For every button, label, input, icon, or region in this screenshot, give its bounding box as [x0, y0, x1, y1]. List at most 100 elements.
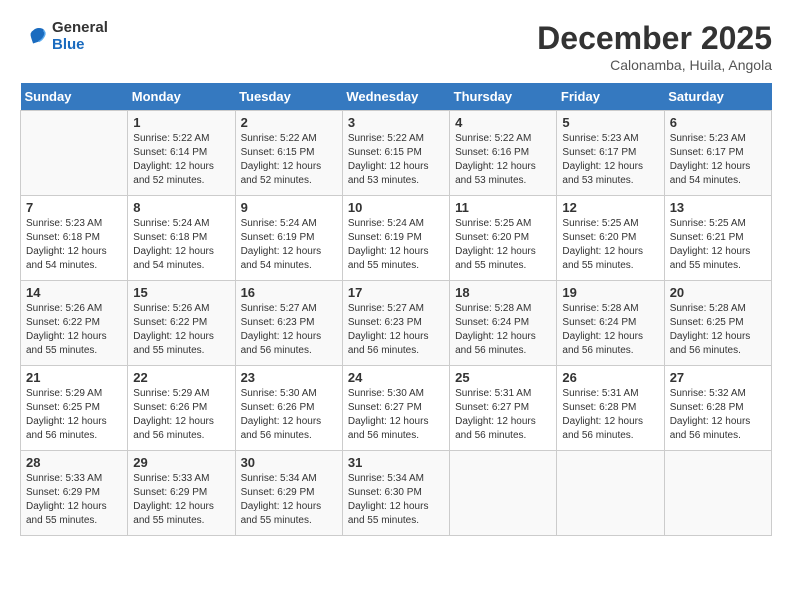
- day-number: 6: [670, 115, 766, 130]
- week-row-2: 7Sunrise: 5:23 AM Sunset: 6:18 PM Daylig…: [21, 196, 772, 281]
- day-cell: 15 Sunrise: 5:26 AM Sunset: 6:22 PM Dayli…: [128, 281, 235, 366]
- day-info: Sunrise: 5:26 AM Sunset: 6:22 PM Dayligh…: [26, 302, 122, 358]
- logo-text: General Blue: [52, 20, 108, 53]
- day-number: 9: [241, 200, 337, 215]
- day-number: 30: [241, 455, 337, 470]
- day-number: 26: [562, 370, 658, 385]
- day-cell: 9 Sunrise: 5:24 AM Sunset: 6:19 PM Daylig…: [235, 196, 342, 281]
- day-cell: 27Sunrise: 5:32 AM Sunset: 6:28 PM Dayli…: [664, 366, 771, 451]
- logo: General Blue: [20, 20, 108, 53]
- day-cell: 3 Sunrise: 5:22 AM Sunset: 6:15 PM Daylig…: [342, 111, 449, 196]
- day-cell: 5 Sunrise: 5:23 AM Sunset: 6:17 PM Daylig…: [557, 111, 664, 196]
- calendar-table: SundayMondayTuesdayWednesdayThursdayFrid…: [20, 83, 772, 536]
- day-cell: 1 Sunrise: 5:22 AM Sunset: 6:14 PM Daylig…: [128, 111, 235, 196]
- day-info: Sunrise: 5:23 AM Sunset: 6:17 PM Dayligh…: [670, 132, 766, 188]
- day-number: 11: [455, 200, 551, 215]
- day-cell: 10 Sunrise: 5:24 AM Sunset: 6:19 PM Dayli…: [342, 196, 449, 281]
- day-number: 18: [455, 285, 551, 300]
- day-cell: 12 Sunrise: 5:25 AM Sunset: 6:20 PM Dayli…: [557, 196, 664, 281]
- day-cell: 25 Sunrise: 5:31 AM Sunset: 6:27 PM Dayli…: [450, 366, 557, 451]
- day-cell: [664, 451, 771, 536]
- day-number: 10: [348, 200, 444, 215]
- day-info: Sunrise: 5:25 AM Sunset: 6:21 PM Dayligh…: [670, 217, 766, 273]
- day-info: Sunrise: 5:24 AM Sunset: 6:19 PM Dayligh…: [348, 217, 444, 273]
- day-info: Sunrise: 5:32 AM Sunset: 6:28 PM Dayligh…: [670, 387, 766, 443]
- day-cell: 23Sunrise: 5:30 AM Sunset: 6:26 PM Dayli…: [235, 366, 342, 451]
- title-block: December 2025 Calonamba, Huila, Angola: [537, 20, 772, 73]
- day-cell: 13Sunrise: 5:25 AM Sunset: 6:21 PM Dayli…: [664, 196, 771, 281]
- header-day-saturday: Saturday: [664, 83, 771, 111]
- day-number: 29: [133, 455, 229, 470]
- day-info: Sunrise: 5:28 AM Sunset: 6:24 PM Dayligh…: [562, 302, 658, 358]
- day-cell: 20Sunrise: 5:28 AM Sunset: 6:25 PM Dayli…: [664, 281, 771, 366]
- day-cell: 14 Sunrise: 5:26 AM Sunset: 6:22 PM Dayli…: [21, 281, 128, 366]
- day-number: 5: [562, 115, 658, 130]
- day-number: 15: [133, 285, 229, 300]
- day-info: Sunrise: 5:22 AM Sunset: 6:16 PM Dayligh…: [455, 132, 551, 188]
- day-cell: 17Sunrise: 5:27 AM Sunset: 6:23 PM Dayli…: [342, 281, 449, 366]
- page-header: General Blue December 2025 Calonamba, Hu…: [20, 20, 772, 73]
- week-row-5: 28 Sunrise: 5:33 AM Sunset: 6:29 PM Dayli…: [21, 451, 772, 536]
- day-info: Sunrise: 5:27 AM Sunset: 6:23 PM Dayligh…: [241, 302, 337, 358]
- day-info: Sunrise: 5:34 AM Sunset: 6:29 PM Dayligh…: [241, 472, 337, 528]
- logo-blue-text: Blue: [52, 37, 108, 54]
- week-row-3: 14 Sunrise: 5:26 AM Sunset: 6:22 PM Dayli…: [21, 281, 772, 366]
- day-cell: 31Sunrise: 5:34 AM Sunset: 6:30 PM Dayli…: [342, 451, 449, 536]
- day-number: 19: [562, 285, 658, 300]
- day-info: Sunrise: 5:26 AM Sunset: 6:22 PM Dayligh…: [133, 302, 229, 358]
- day-info: Sunrise: 5:28 AM Sunset: 6:24 PM Dayligh…: [455, 302, 551, 358]
- day-cell: 7Sunrise: 5:23 AM Sunset: 6:18 PM Daylig…: [21, 196, 128, 281]
- day-cell: 28 Sunrise: 5:33 AM Sunset: 6:29 PM Dayli…: [21, 451, 128, 536]
- day-info: Sunrise: 5:24 AM Sunset: 6:19 PM Dayligh…: [241, 217, 337, 273]
- day-number: 14: [26, 285, 122, 300]
- day-number: 25: [455, 370, 551, 385]
- header-day-thursday: Thursday: [450, 83, 557, 111]
- day-number: 12: [562, 200, 658, 215]
- week-row-4: 21Sunrise: 5:29 AM Sunset: 6:25 PM Dayli…: [21, 366, 772, 451]
- day-number: 3: [348, 115, 444, 130]
- calendar-body: 1 Sunrise: 5:22 AM Sunset: 6:14 PM Daylig…: [21, 111, 772, 536]
- day-info: Sunrise: 5:29 AM Sunset: 6:26 PM Dayligh…: [133, 387, 229, 443]
- day-cell: 16 Sunrise: 5:27 AM Sunset: 6:23 PM Dayli…: [235, 281, 342, 366]
- day-info: Sunrise: 5:22 AM Sunset: 6:14 PM Dayligh…: [133, 132, 229, 188]
- day-cell: [557, 451, 664, 536]
- day-info: Sunrise: 5:29 AM Sunset: 6:25 PM Dayligh…: [26, 387, 122, 443]
- day-cell: 22 Sunrise: 5:29 AM Sunset: 6:26 PM Dayli…: [128, 366, 235, 451]
- day-number: 7: [26, 200, 122, 215]
- day-info: Sunrise: 5:30 AM Sunset: 6:27 PM Dayligh…: [348, 387, 444, 443]
- day-number: 4: [455, 115, 551, 130]
- day-cell: 30 Sunrise: 5:34 AM Sunset: 6:29 PM Dayli…: [235, 451, 342, 536]
- day-info: Sunrise: 5:22 AM Sunset: 6:15 PM Dayligh…: [348, 132, 444, 188]
- day-number: 2: [241, 115, 337, 130]
- logo-icon: [20, 23, 48, 51]
- day-info: Sunrise: 5:31 AM Sunset: 6:27 PM Dayligh…: [455, 387, 551, 443]
- header-day-tuesday: Tuesday: [235, 83, 342, 111]
- day-number: 22: [133, 370, 229, 385]
- day-number: 31: [348, 455, 444, 470]
- day-info: Sunrise: 5:31 AM Sunset: 6:28 PM Dayligh…: [562, 387, 658, 443]
- day-number: 16: [241, 285, 337, 300]
- location: Calonamba, Huila, Angola: [537, 57, 772, 73]
- day-cell: [450, 451, 557, 536]
- day-cell: 26 Sunrise: 5:31 AM Sunset: 6:28 PM Dayli…: [557, 366, 664, 451]
- logo-general-text: General: [52, 20, 108, 37]
- day-cell: 4 Sunrise: 5:22 AM Sunset: 6:16 PM Daylig…: [450, 111, 557, 196]
- day-cell: 19 Sunrise: 5:28 AM Sunset: 6:24 PM Dayli…: [557, 281, 664, 366]
- day-info: Sunrise: 5:33 AM Sunset: 6:29 PM Dayligh…: [133, 472, 229, 528]
- day-info: Sunrise: 5:33 AM Sunset: 6:29 PM Dayligh…: [26, 472, 122, 528]
- day-number: 28: [26, 455, 122, 470]
- day-cell: 8Sunrise: 5:24 AM Sunset: 6:18 PM Daylig…: [128, 196, 235, 281]
- header-day-wednesday: Wednesday: [342, 83, 449, 111]
- day-info: Sunrise: 5:23 AM Sunset: 6:17 PM Dayligh…: [562, 132, 658, 188]
- day-number: 1: [133, 115, 229, 130]
- day-cell: [21, 111, 128, 196]
- header-day-monday: Monday: [128, 83, 235, 111]
- week-row-1: 1 Sunrise: 5:22 AM Sunset: 6:14 PM Daylig…: [21, 111, 772, 196]
- day-info: Sunrise: 5:25 AM Sunset: 6:20 PM Dayligh…: [562, 217, 658, 273]
- header-day-sunday: Sunday: [21, 83, 128, 111]
- day-info: Sunrise: 5:28 AM Sunset: 6:25 PM Dayligh…: [670, 302, 766, 358]
- day-cell: 2Sunrise: 5:22 AM Sunset: 6:15 PM Daylig…: [235, 111, 342, 196]
- day-cell: 29 Sunrise: 5:33 AM Sunset: 6:29 PM Dayli…: [128, 451, 235, 536]
- day-cell: 11Sunrise: 5:25 AM Sunset: 6:20 PM Dayli…: [450, 196, 557, 281]
- day-number: 17: [348, 285, 444, 300]
